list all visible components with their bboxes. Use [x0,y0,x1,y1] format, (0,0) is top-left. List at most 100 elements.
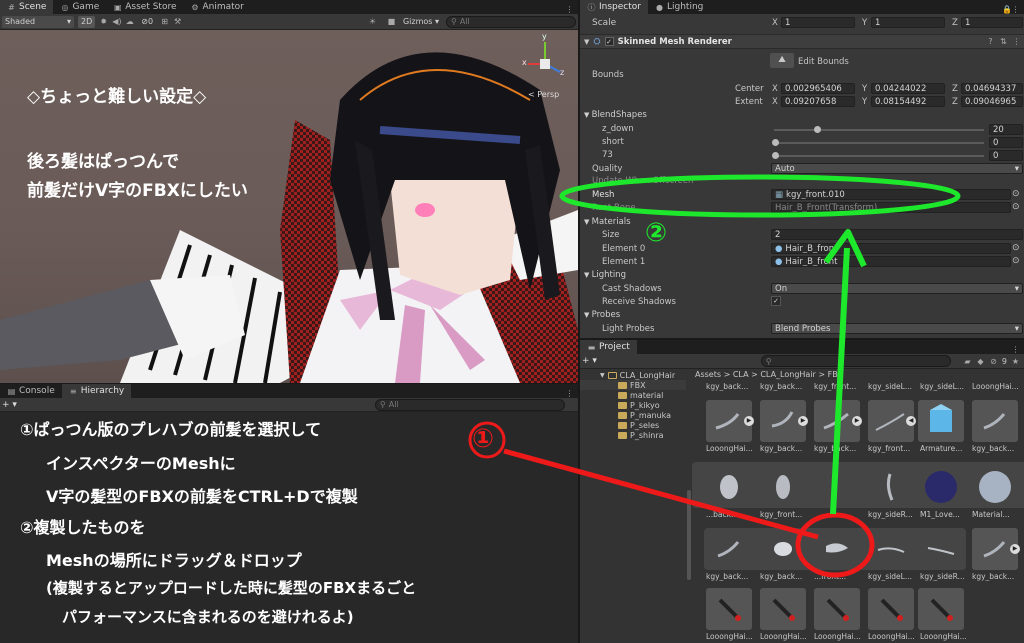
breadcrumb-item[interactable]: Assets [695,370,721,379]
asset-label[interactable]: ...back... [706,510,756,519]
asset-label[interactable]: LooongHai... [814,632,864,641]
asset-label[interactable]: kgy_sideL... [920,382,970,391]
extent-x-field[interactable]: 0.09207658 [781,96,855,107]
asset-thumbnail[interactable] [706,528,752,570]
asset-thumbnail[interactable] [760,528,806,570]
asset-thumbnail[interactable] [918,400,964,442]
edit-bounds-button[interactable]: ⛰ [770,53,794,68]
blendshape-value-field[interactable]: 0 [989,137,1023,148]
asset-thumbnail[interactable] [972,400,1018,442]
mesh-thumbnail-kgy-front[interactable] [814,528,860,570]
asset-label[interactable]: kgy_sideL... [868,572,918,581]
blendshape-slider-track[interactable] [774,129,984,131]
tab-console[interactable]: ▤ Console [0,384,62,398]
blendshape-slider-track[interactable] [774,155,984,157]
tree-scrollbar[interactable] [687,490,691,580]
asset-label[interactable]: LooongHai... [972,382,1022,391]
blendshape-slider-knob[interactable] [814,126,821,133]
tab-inspector[interactable]: ⓘ Inspector [580,0,648,14]
folder-item[interactable]: material [580,390,686,400]
cast-shadows-dropdown[interactable]: On ▾ [771,283,1023,294]
tab-game[interactable]: ◎ Game [53,0,106,14]
asset-label[interactable]: kgy_sideR... [868,510,918,519]
help-icon[interactable]: ? [986,37,995,46]
center-y-field[interactable]: 0.04244022 [871,83,945,94]
root-bone-field[interactable]: Hair_B_Front(Transform) [771,202,1011,213]
center-x-field[interactable]: 0.002965406 [781,83,855,94]
asset-label[interactable]: kgy_back... [706,382,756,391]
filter-label-icon[interactable]: ◆ [976,357,985,366]
probes-foldout[interactable]: ▼ Probes [584,310,620,320]
favorite-star-icon[interactable]: ★ [1011,357,1020,366]
material-thumbnail[interactable] [972,466,1018,508]
project-search-input[interactable]: ⚲ [760,355,951,367]
asset-label[interactable]: LooongHai... [868,632,918,641]
asset-label[interactable]: kgy_back... [760,572,810,581]
asset-label[interactable]: kgy_back... [972,572,1022,581]
extent-y-field[interactable]: 0.08154492 [871,96,945,107]
asset-label[interactable]: M1_Love... [920,510,970,519]
element-1-field[interactable]: ● Hair_B_front [771,256,1011,267]
expand-asset-icon[interactable]: ▶ [798,416,808,426]
object-picker-icon[interactable]: ⊙ [1012,202,1020,212]
preset-icon[interactable]: ⇅ [999,37,1008,46]
blendshape-value-field[interactable]: 0 [989,150,1023,161]
tab-hierarchy[interactable]: ≡ Hierarchy [61,384,132,398]
prefab-thumbnail[interactable] [760,588,806,630]
asset-label[interactable]: kgy_back... [760,444,810,453]
light-toggle-icon[interactable]: ✹ [99,17,108,26]
asset-label[interactable]: kgy_back... [972,444,1022,453]
scene-search-input[interactable]: ⚲ All [446,15,576,28]
scene-viewport[interactable]: y x z < Persp ◇ちょっと難しい設定◇ 後ろ髪はぱっつんで 前髪だけ… [0,30,578,383]
size-field[interactable]: 2 [771,229,1023,240]
object-picker-icon[interactable]: ⊙ [1012,243,1020,253]
shading-mode-dropdown[interactable]: Shaded ▾ [2,15,74,28]
expand-asset-icon[interactable]: ▶ [852,416,862,426]
object-picker-icon[interactable]: ⊙ [1012,189,1020,199]
breadcrumb-item[interactable]: FBX [828,370,844,379]
extent-z-field[interactable]: 0.09046965 [961,96,1023,107]
blendshape-slider-knob[interactable] [772,152,779,159]
more-menu-icon[interactable]: ⋮ [565,389,574,398]
asset-label[interactable]: kgy_back... [814,444,864,453]
component-header[interactable]: ▼ ⛭ ✓ Skinned Mesh Renderer ? ⇅ ⋮ [580,34,1024,49]
folder-item[interactable]: P_seles [580,420,686,430]
orientation-gizmo[interactable]: y x z [522,32,568,86]
folder-item[interactable]: FBX [580,380,686,390]
tab-animator[interactable]: ⚙ Animator [184,0,251,14]
folder-item[interactable]: P_kikyo [580,400,686,410]
asset-label[interactable]: kgy_sideR... [920,572,970,581]
asset-label[interactable]: kgy_sideL... [868,382,918,391]
folder-item[interactable]: P_manuka [580,410,686,420]
folder-item[interactable]: ▼ CLA_LongHair [580,370,686,380]
foldout-arrow-icon[interactable]: ▼ [584,38,589,46]
lighting-foldout[interactable]: ▼ Lighting [584,270,626,280]
mesh-field[interactable]: ▦ kgy_front.010 [771,189,1011,200]
asset-label[interactable]: LooongHai... [920,632,970,641]
grid-toggle-icon[interactable]: ⊞ [160,17,169,26]
asset-label[interactable]: LooongHai... [760,632,810,641]
asset-thumbnail[interactable] [868,528,914,570]
asset-label[interactable]: LooongHai... [706,632,756,641]
asset-thumbnail[interactable] [918,528,964,570]
add-button[interactable]: + ▾ [2,400,17,410]
asset-label[interactable]: ...front... [814,572,864,581]
element-0-field[interactable]: ● Hair_B_front [771,243,1011,254]
material-thumbnail[interactable] [918,466,964,508]
expand-asset-icon[interactable]: ▶ [1010,544,1020,554]
asset-thumbnail[interactable] [706,466,752,508]
receive-shadows-checkbox[interactable]: ✓ [771,296,781,306]
quality-dropdown[interactable]: Auto ▾ [771,163,1023,174]
tab-project[interactable]: ▬ Project [580,340,637,354]
prefab-thumbnail[interactable] [868,588,914,630]
toggle-2d-button[interactable]: 2D [78,15,96,28]
tab-lighting[interactable]: ● Lighting [648,0,710,14]
asset-label[interactable]: kgy_back... [760,382,810,391]
scale-z-field[interactable]: 1 [961,17,1023,28]
asset-label[interactable]: kgy_front... [814,382,864,391]
light-probes-dropdown[interactable]: Blend Probes ▾ [771,323,1023,334]
collapse-asset-icon[interactable]: ◀ [906,416,916,426]
effects-toggle-icon[interactable]: ☁ [125,17,134,26]
more-menu-icon[interactable]: ⋮ [1012,37,1021,46]
breadcrumb-item[interactable]: CLA_LongHair [760,370,816,379]
